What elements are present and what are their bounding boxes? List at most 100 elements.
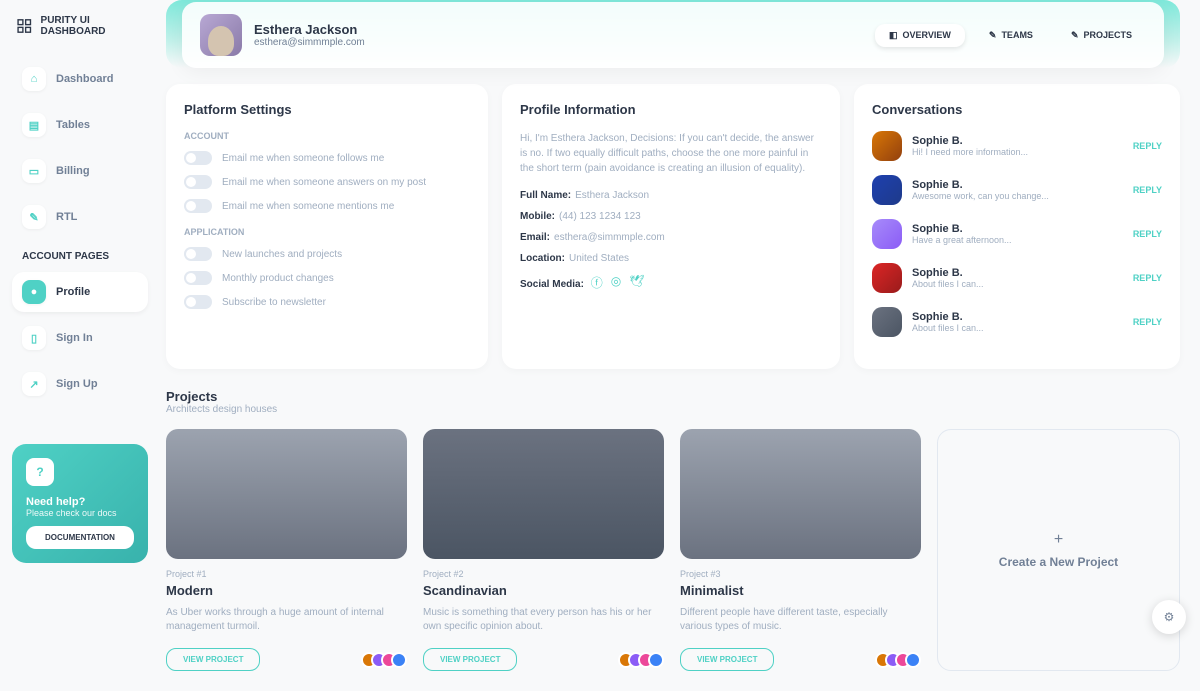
conv-name: Sophie B. xyxy=(912,267,1123,279)
cube-icon: ◧ xyxy=(889,30,898,41)
info-key: Email: xyxy=(520,232,550,243)
card-title: Conversations xyxy=(872,102,1162,117)
sidebar-item-label: Dashboard xyxy=(56,73,113,85)
instagram-icon[interactable]: ◎ xyxy=(611,274,621,291)
info-key: Social Media: xyxy=(520,279,584,290)
reply-button[interactable]: REPLY xyxy=(1133,273,1162,283)
sidebar-item-dashboard[interactable]: ⌂ Dashboard xyxy=(12,59,148,99)
sidebar-item-label: Profile xyxy=(56,286,90,298)
project-title: Modern xyxy=(166,583,407,598)
sidebar-item-tables[interactable]: ▤ Tables xyxy=(12,105,148,145)
toggle-follows[interactable] xyxy=(184,151,212,165)
avatar xyxy=(872,131,902,161)
projects-subtitle: Architects design houses xyxy=(166,404,1180,415)
info-value: esthera@simmmple.com xyxy=(554,232,665,243)
reply-button[interactable]: REPLY xyxy=(1133,185,1162,195)
sidebar-item-label: Tables xyxy=(56,119,90,131)
view-project-button[interactable]: VIEW PROJECT xyxy=(680,648,774,671)
sidebar-item-label: Sign In xyxy=(56,332,93,344)
sidebar-item-signin[interactable]: ▯ Sign In xyxy=(12,318,148,358)
project-card: Project #3 Minimalist Different people h… xyxy=(680,429,921,671)
conv-msg: Hi! I need more information... xyxy=(912,147,1123,157)
project-number: Project #2 xyxy=(423,569,664,579)
view-project-button[interactable]: VIEW PROJECT xyxy=(423,648,517,671)
project-title: Scandinavian xyxy=(423,583,664,598)
tab-label: TEAMS xyxy=(1001,30,1033,40)
twitter-icon[interactable]: 🕊 xyxy=(629,274,644,291)
create-project-button[interactable]: + Create a New Project xyxy=(937,429,1180,671)
documentation-button[interactable]: DOCUMENTATION xyxy=(26,526,134,549)
conv-name: Sophie B. xyxy=(912,223,1123,235)
info-key: Mobile: xyxy=(520,211,555,222)
document-icon: ▯ xyxy=(22,326,46,350)
platform-settings-card: Platform Settings ACCOUNT Email me when … xyxy=(166,84,488,369)
member-avatars xyxy=(618,652,664,668)
tab-overview[interactable]: ◧ OVERVIEW xyxy=(875,24,965,47)
conv-name: Sophie B. xyxy=(912,311,1123,323)
toggle-label: Monthly product changes xyxy=(222,273,334,284)
conv-name: Sophie B. xyxy=(912,179,1123,191)
stats-icon: ▤ xyxy=(22,113,46,137)
sidebar-item-signup[interactable]: ↗ Sign Up xyxy=(12,364,148,404)
plus-icon: + xyxy=(1054,531,1063,549)
avatar xyxy=(872,307,902,337)
profile-avatar xyxy=(200,14,242,56)
tab-teams[interactable]: ✎ TEAMS xyxy=(975,24,1047,47)
sidebar-item-label: Billing xyxy=(56,165,90,177)
toggle-launches[interactable] xyxy=(184,247,212,261)
account-subtitle: ACCOUNT xyxy=(184,131,470,141)
conv-name: Sophie B. xyxy=(912,135,1123,147)
brand-text: PURITY UI DASHBOARD xyxy=(41,15,148,37)
facebook-icon[interactable]: ⓕ xyxy=(591,274,603,291)
profile-header: Esthera Jackson esthera@simmmple.com ◧ O… xyxy=(182,2,1164,68)
reply-button[interactable]: REPLY xyxy=(1133,229,1162,239)
create-project-label: Create a New Project xyxy=(999,555,1118,569)
card-title: Profile Information xyxy=(520,102,822,117)
avatar xyxy=(872,263,902,293)
project-image xyxy=(423,429,664,559)
brand-logo: PURITY UI DASHBOARD xyxy=(12,15,148,37)
toggle-monthly[interactable] xyxy=(184,271,212,285)
info-value: Esthera Jackson xyxy=(575,190,649,201)
info-key: Location: xyxy=(520,253,565,264)
avatar xyxy=(872,175,902,205)
sidebar-item-profile[interactable]: ● Profile xyxy=(12,272,148,312)
avatar xyxy=(872,219,902,249)
account-pages-label: ACCOUNT PAGES xyxy=(22,251,148,262)
help-subtitle: Please check our docs xyxy=(26,508,134,518)
sidebar-item-label: Sign Up xyxy=(56,378,98,390)
info-value: United States xyxy=(569,253,629,264)
sidebar-item-billing[interactable]: ▭ Billing xyxy=(12,151,148,191)
toggle-answers[interactable] xyxy=(184,175,212,189)
help-card: ? Need help? Please check our docs DOCUM… xyxy=(12,444,148,563)
wrench-icon: ✎ xyxy=(22,205,46,229)
sidebar-item-rtl[interactable]: ✎ RTL xyxy=(12,197,148,237)
info-key: Full Name: xyxy=(520,190,571,201)
project-number: Project #3 xyxy=(680,569,921,579)
profile-info-card: Profile Information Hi, I'm Esthera Jack… xyxy=(502,84,840,369)
member-avatars xyxy=(875,652,921,668)
project-card: Project #1 Modern As Uber works through … xyxy=(166,429,407,671)
tab-label: PROJECTS xyxy=(1083,30,1132,40)
rocket-icon: ↗ xyxy=(22,372,46,396)
tab-projects[interactable]: ✎ PROJECTS xyxy=(1057,24,1146,47)
card-title: Platform Settings xyxy=(184,102,470,117)
settings-fab[interactable]: ⚙ xyxy=(1152,600,1186,634)
logo-icon xyxy=(16,17,33,35)
wrench-icon: ✎ xyxy=(1071,30,1079,41)
project-card: Project #2 Scandinavian Music is somethi… xyxy=(423,429,664,671)
toggle-newsletter[interactable] xyxy=(184,295,212,309)
project-desc: Music is something that every person has… xyxy=(423,606,664,634)
conv-msg: Awesome work, can you change... xyxy=(912,191,1123,201)
person-icon: ● xyxy=(22,280,46,304)
toggle-label: New launches and projects xyxy=(222,249,342,260)
toggle-mentions[interactable] xyxy=(184,199,212,213)
view-project-button[interactable]: VIEW PROJECT xyxy=(166,648,260,671)
conv-msg: Have a great afternoon... xyxy=(912,235,1123,245)
project-image xyxy=(166,429,407,559)
conversations-card: Conversations Sophie B.Hi! I need more i… xyxy=(854,84,1180,369)
profile-name: Esthera Jackson xyxy=(254,22,365,37)
reply-button[interactable]: REPLY xyxy=(1133,141,1162,151)
reply-button[interactable]: REPLY xyxy=(1133,317,1162,327)
project-image xyxy=(680,429,921,559)
